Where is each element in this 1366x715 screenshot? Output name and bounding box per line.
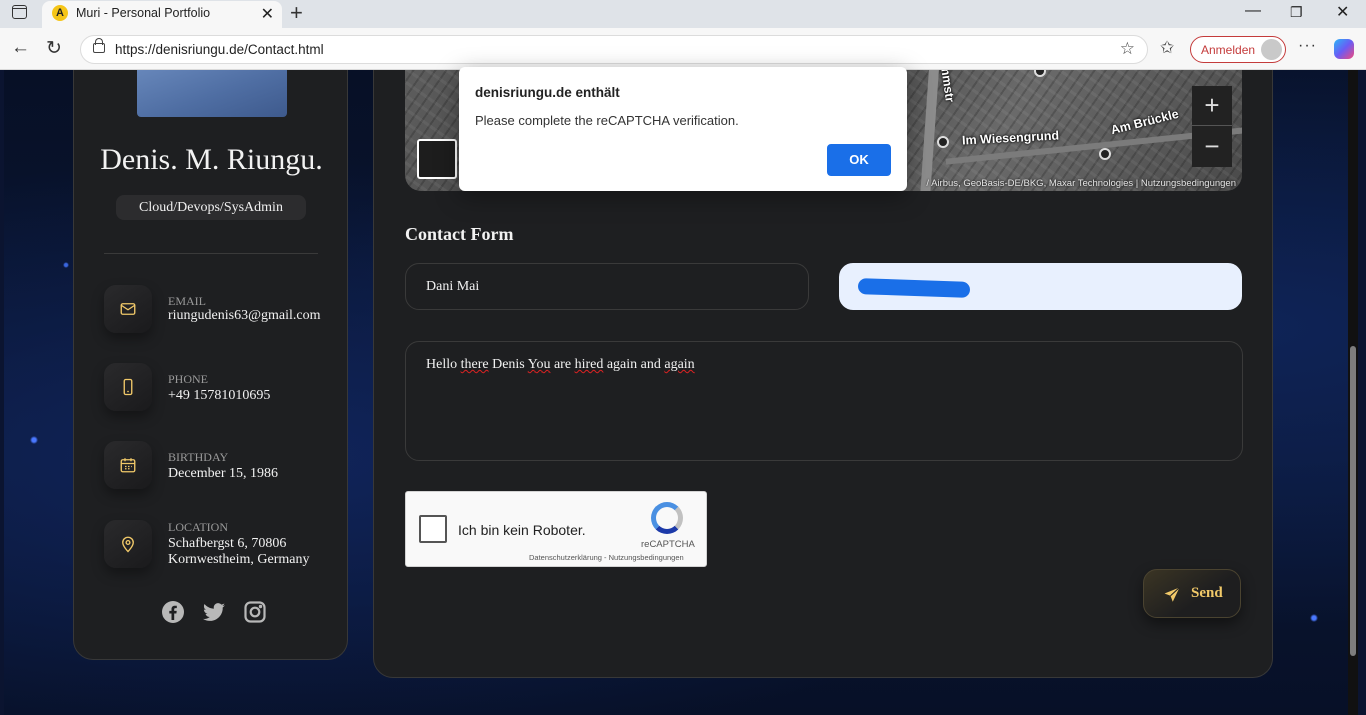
dialog-message: Please complete the reCAPTCHA verificati… xyxy=(475,113,739,128)
map-zoom-controls: + − xyxy=(1192,86,1232,167)
email-input[interactable] xyxy=(839,263,1242,310)
map-layer-toggle[interactable] xyxy=(417,139,457,179)
lock-icon xyxy=(93,38,105,53)
twitter-icon[interactable] xyxy=(201,600,227,629)
tab-title: Muri - Personal Portfolio xyxy=(76,6,211,20)
alert-dialog: denisriungu.de enthält Please complete t… xyxy=(459,67,907,191)
star-icon[interactable]: ☆ xyxy=(1120,39,1135,59)
url-text: https://denisriungu.de/Contact.html xyxy=(115,42,324,57)
map-label-im-wiesengrund: Im Wiesengrund xyxy=(961,128,1060,148)
fullname-value: Dani Mai xyxy=(426,279,480,294)
page-scrollbar[interactable] xyxy=(1348,70,1358,715)
phone-label: PHONE xyxy=(168,372,209,386)
paper-plane-icon xyxy=(1164,587,1180,602)
map-label-am-brueckle: Am Brückle xyxy=(1109,106,1181,138)
location-pin-icon xyxy=(104,520,152,568)
copilot-icon[interactable] xyxy=(1334,39,1354,59)
send-label: Send xyxy=(1191,585,1223,601)
message-textarea[interactable]: Hello there Denis You are hired again an… xyxy=(405,341,1243,461)
bus-stop-icon xyxy=(937,136,949,148)
new-tab-icon[interactable]: + xyxy=(290,0,303,26)
recaptcha-logo-icon xyxy=(651,502,683,534)
sidebar-card: Denis. M. Riungu. Cloud/Devops/SysAdmin … xyxy=(73,70,348,660)
tab-close-icon[interactable]: ✕ xyxy=(261,4,274,24)
recaptcha-links[interactable]: Datenschutzerklärung - Nutzungsbedingung… xyxy=(529,553,684,562)
location-value-line2: Kornwestheim, Germany xyxy=(168,552,310,567)
email-value[interactable]: riungudenis63@gmail.com xyxy=(168,308,320,324)
favorites-icon[interactable]: ✩ xyxy=(1160,38,1174,58)
profile-photo xyxy=(137,70,287,117)
back-icon[interactable]: ← xyxy=(11,37,30,59)
url-input[interactable]: https://denisriungu.de/Contact.html ☆ xyxy=(80,35,1148,64)
avatar xyxy=(1261,39,1282,60)
zoom-out-button[interactable]: − xyxy=(1192,127,1232,167)
message-value: Hello there Denis You are hired again an… xyxy=(426,357,695,372)
calendar-icon xyxy=(104,441,152,489)
form-title: Contact Form xyxy=(405,224,514,244)
send-button[interactable]: Send xyxy=(1143,569,1241,618)
map-road xyxy=(919,70,941,191)
bus-stop-icon xyxy=(1099,148,1111,160)
scrollbar-thumb[interactable] xyxy=(1350,346,1356,656)
restore-icon[interactable]: ❐ xyxy=(1290,4,1303,21)
redaction-mark xyxy=(857,278,971,298)
recaptcha-widget: Ich bin kein Roboter. reCAPTCHA Datensch… xyxy=(405,491,707,567)
zoom-in-button[interactable]: + xyxy=(1192,86,1232,126)
profile-name: Denis. M. Riungu. xyxy=(100,143,323,176)
mail-icon xyxy=(104,285,152,333)
phone-icon xyxy=(104,363,152,411)
location-value-line1: Schafbergst 6, 70806 xyxy=(168,536,287,551)
email-label: EMAIL xyxy=(168,294,206,308)
recaptcha-brand: reCAPTCHA xyxy=(641,539,695,550)
facebook-icon[interactable] xyxy=(161,600,185,629)
role-badge: Cloud/Devops/SysAdmin xyxy=(116,195,306,220)
divider xyxy=(104,253,318,254)
reload-icon[interactable]: ↻ xyxy=(46,37,62,60)
browser-tab-bar: A Muri - Personal Portfolio ✕ + — ❐ ✕ xyxy=(0,0,1366,28)
map-label-lammstr: Lammstr xyxy=(935,70,958,104)
tab-actions-icon[interactable] xyxy=(12,5,27,19)
signin-button[interactable]: Anmelden xyxy=(1190,36,1286,63)
recaptcha-checkbox[interactable] xyxy=(419,515,447,543)
birthday-value: December 15, 1986 xyxy=(168,466,279,481)
close-window-icon[interactable]: ✕ xyxy=(1336,2,1349,22)
address-bar-row: ← ↻ https://denisriungu.de/Contact.html … xyxy=(0,28,1366,70)
site-favicon-icon: A xyxy=(52,5,68,21)
birthday-label: BIRTHDAY xyxy=(168,450,229,464)
minimize-icon[interactable]: — xyxy=(1245,2,1261,20)
more-icon[interactable]: ··· xyxy=(1298,37,1317,55)
map-marker-icon xyxy=(1034,70,1046,77)
dialog-ok-button[interactable]: OK xyxy=(827,144,891,176)
instagram-icon[interactable] xyxy=(243,600,267,629)
recaptcha-label: Ich bin kein Roboter. xyxy=(458,522,586,538)
fullname-input[interactable]: Dani Mai xyxy=(405,263,809,310)
browser-tab[interactable]: A Muri - Personal Portfolio ✕ xyxy=(42,1,282,28)
map-attribution[interactable]: / Airbus, GeoBasis-DE/BKG, Maxar Technol… xyxy=(926,178,1236,189)
signin-label: Anmelden xyxy=(1201,43,1256,57)
dialog-title: denisriungu.de enthält xyxy=(475,85,620,100)
phone-value[interactable]: +49 15781010695 xyxy=(168,388,270,404)
location-label: LOCATION xyxy=(168,520,228,534)
